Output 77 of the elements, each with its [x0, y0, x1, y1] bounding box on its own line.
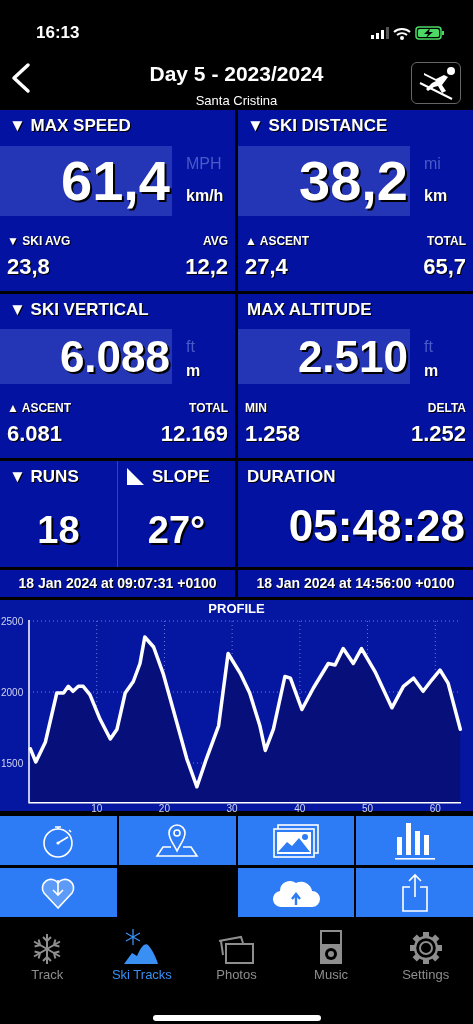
runs-value: 18 — [36, 508, 81, 553]
tab-item[interactable]: Music — [283, 921, 379, 985]
bar-chart-icon — [392, 820, 437, 861]
location-subtitle: Santa Cristina — [195, 92, 278, 110]
battery-charging-icon — [415, 26, 445, 40]
clock-time: 16:13 — [36, 22, 80, 45]
panel-title: ▼ RUNS — [8, 466, 80, 488]
stat-label: ▲ ASCENT — [7, 400, 72, 417]
stopwatch-button[interactable] — [0, 816, 117, 865]
axis-label: 30 — [226, 802, 238, 813]
chart-title: PROFILE — [207, 600, 266, 616]
share-button[interactable] — [356, 868, 473, 917]
value-display: 2.510 — [238, 329, 410, 384]
panel-title: ▼ SKI DISTANCE — [246, 115, 389, 137]
home-indicator[interactable] — [152, 1014, 321, 1021]
settings-icon — [408, 931, 443, 965]
unit-label[interactable]: km — [424, 183, 473, 208]
panel-title: MAX ALTITUDE — [246, 298, 373, 321]
stat-value: 12.169 — [160, 420, 228, 448]
favorite-button[interactable] — [0, 868, 117, 917]
stat-label: TOTAL — [189, 400, 228, 417]
photos-icon — [217, 933, 256, 965]
back-icon — [10, 62, 32, 94]
axis-label: 60 — [429, 802, 441, 813]
back-button[interactable] — [10, 62, 32, 94]
panel-title: ▼ MAX SPEED — [8, 115, 132, 137]
stat-label: ▲ ASCENT — [245, 232, 310, 250]
stat-label: TOTAL — [427, 232, 466, 250]
axis-label: 50 — [362, 802, 374, 813]
stat-label: AVG — [202, 232, 228, 250]
skier-button[interactable] — [411, 62, 461, 104]
cloud-upload-button[interactable] — [237, 868, 355, 917]
slope-value: 27° — [146, 508, 207, 553]
statistics-button[interactable] — [356, 816, 473, 865]
panel-title: ▼ SKI VERTICAL — [8, 298, 150, 321]
value-display: 38,2 — [238, 145, 410, 216]
panel-title: DURATION — [246, 466, 337, 488]
tab-item[interactable]: Ski Tracks — [94, 921, 190, 985]
axis-label: 2000 — [1, 687, 24, 698]
unit-label[interactable]: m — [424, 359, 473, 383]
photos-button[interactable] — [237, 816, 355, 865]
photos-icon — [272, 823, 319, 858]
music-player-icon — [319, 929, 344, 965]
stat-label: MIN — [245, 400, 267, 417]
tab-item[interactable]: Track — [0, 921, 95, 985]
panel-title: SLOPE — [152, 466, 210, 488]
stat-value: 6.081 — [7, 420, 63, 448]
stat-label: ▼ SKI AVG — [7, 232, 71, 250]
stat-value: 27,4 — [245, 252, 288, 281]
tab-item[interactable]: Settings — [378, 921, 473, 985]
axis-label: 20 — [158, 802, 170, 813]
axis-label: 2500 — [1, 616, 24, 627]
share-icon — [399, 872, 430, 913]
axis-label: 40 — [294, 802, 306, 813]
unit-label[interactable]: km/h — [186, 183, 235, 208]
map-pin-icon — [155, 822, 200, 859]
screen-title: Day 5 - 2023/2024 — [149, 61, 324, 86]
unit-label[interactable]: m — [186, 359, 235, 383]
stat-label: DELTA — [427, 400, 466, 417]
map-button[interactable] — [118, 816, 236, 865]
value-display: 61,4 — [0, 145, 172, 216]
tab-item[interactable]: Photos — [189, 921, 284, 985]
wifi-icon — [393, 26, 411, 40]
mountain-snowflake-icon — [123, 929, 160, 965]
stat-value: 23,8 — [7, 252, 50, 281]
stat-value: 12,2 — [185, 252, 228, 281]
axis-label: 1500 — [1, 758, 24, 770]
end-time: 18 Jan 2024 at 14:56:00 +0100 — [238, 570, 473, 597]
axis-label: 10 — [91, 802, 103, 813]
value-display: 6.088 — [0, 329, 172, 384]
slope-icon — [127, 468, 144, 486]
stat-value: 65,7 — [423, 252, 466, 281]
signal-icon — [371, 27, 389, 39]
start-time: 18 Jan 2024 at 09:07:31 +0100 — [0, 570, 235, 597]
duration-value: 05:48:28 — [287, 500, 466, 552]
stat-value: 1.252 — [410, 420, 466, 448]
stat-value: 1.258 — [245, 420, 301, 448]
